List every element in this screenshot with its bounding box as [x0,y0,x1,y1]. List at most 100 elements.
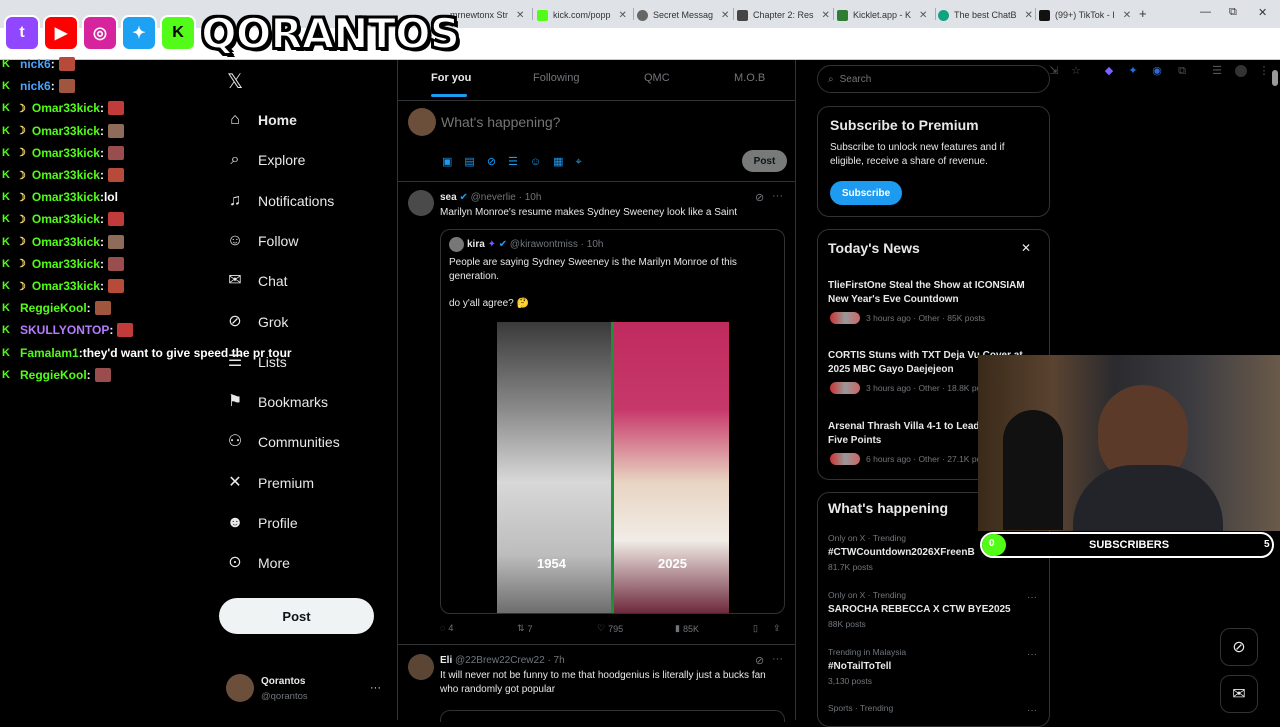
tab-for-you[interactable]: For you [431,72,471,84]
messages-float-button[interactable]: ✉ [1220,675,1258,713]
nav-item-chat[interactable]: ✉ Chat [226,266,288,296]
tweet-handle[interactable]: @22Brew22Crew22 [455,655,545,666]
nav-item-bookmarks[interactable]: ⚑ Bookmarks [226,387,328,417]
trend-title[interactable]: SAROCHA REBECCA X CTW BYE2025 [828,604,1011,615]
location-icon[interactable]: ⌖ [576,156,594,168]
views-action[interactable]: ▮ 85K [675,623,699,634]
quote-avatar [449,237,464,252]
extension-icon[interactable]: ✦ [1127,65,1139,77]
search-input[interactable] [839,73,1020,85]
close-icon[interactable]: ✕ [919,10,927,21]
tweet-time[interactable]: · 7h [547,655,564,666]
kick-badge-icon: K [2,58,10,70]
restore-icon[interactable]: ⧉ [1229,6,1237,19]
browser-tab[interactable]: (99+) TikTok - I ✕ [1039,4,1131,26]
grok-float-button[interactable]: ⊘ [1220,628,1258,666]
close-icon[interactable]: ✕ [822,10,829,21]
x-logo-icon[interactable]: 𝕏 [227,69,243,94]
tweet-handle[interactable]: @neverlie [471,192,516,203]
repost-count: 7 [527,623,533,634]
chat-separator: : [99,234,104,249]
search-box[interactable]: ⌕ [817,65,1050,93]
nav-item-follow[interactable]: ☺ Follow [226,226,299,256]
new-tab-button[interactable]: + [1139,6,1147,21]
scrollbar-thumb[interactable] [1272,70,1278,86]
like-action[interactable]: ♡ 795 [597,623,623,634]
close-icon[interactable]: ✕ [619,10,627,21]
trend-more-icon[interactable]: ··· [1027,649,1037,660]
poll-icon[interactable]: ☰ [508,156,530,168]
nav-item-profile[interactable]: ☻ Profile [226,508,298,538]
emoji-icon[interactable]: ☺ [530,156,553,168]
nav-item-lists[interactable]: ☰ Lists [226,347,287,377]
image-icon[interactable]: ▣ [442,156,464,168]
premium-desc: Subscribe to unlock new features and if … [830,142,1005,167]
nav-item-grok[interactable]: ⊘ Grok [226,307,288,337]
nav-item-notifications[interactable]: ♫ Notifications [226,186,334,216]
news-headline[interactable]: TlieFirstOne Steal the Show at ICONSIAM … [828,279,1033,307]
tab-mob[interactable]: M.O.B [734,72,765,84]
extension-icon[interactable]: ◉ [1151,65,1163,77]
repost-action[interactable]: ⇅ 7 [517,623,533,634]
divider [397,100,796,101]
browser-tab[interactable]: The best ChatB ✕ [938,4,1033,26]
tweet-avatar[interactable] [408,190,434,216]
bookmark-icon[interactable]: ▯ [753,623,758,634]
profile-avatar[interactable] [1235,65,1247,77]
share-icon[interactable]: ⇪ [773,623,781,634]
account-more-icon[interactable]: ··· [370,682,381,694]
more-icon[interactable]: ··· [772,653,783,665]
puzzle-icon[interactable]: ⧉ [1176,65,1188,77]
sidebar-icon[interactable]: ☰ [1211,65,1223,77]
tweet-avatar[interactable] [408,654,434,680]
tweet-author[interactable]: sea [440,192,457,203]
browser-tab[interactable]: mrnewtonx Str ✕ [450,4,530,26]
menu-icon[interactable]: ⋮ [1258,65,1270,77]
tweet-time[interactable]: · 10h [519,192,542,203]
trend-title[interactable]: #CTWCountdown2026XFreenB [828,547,975,558]
grok-icon[interactable]: ⊘ [487,156,508,168]
tab-qmc[interactable]: QMC [644,72,670,84]
browser-tab[interactable]: kick.com/popp ✕ [537,4,629,26]
reply-action[interactable]: ◌ 4 [440,623,453,633]
subscribe-button[interactable]: Subscribe [830,181,902,205]
browser-tab[interactable]: Kicklet.app - K ✕ [837,4,932,26]
nav-item-communities[interactable]: ⚇ Communities [226,427,340,457]
kick-favicon-icon [537,9,548,21]
grok-icon[interactable]: ⊘ [755,654,764,667]
close-icon[interactable]: ✕ [721,10,729,21]
tab-label: kick.com/popp [553,10,611,20]
close-icon[interactable]: ✕ [1021,241,1031,255]
tab-following[interactable]: Following [533,72,579,84]
nav-item-explore[interactable]: ⌕ Explore [226,145,306,175]
nav-item-more[interactable]: ⊙ More [226,548,290,578]
composer-post-button[interactable]: Post [742,150,787,172]
quote-tweet[interactable] [440,710,785,722]
close-icon[interactable]: ✕ [516,10,524,21]
grok-icon[interactable]: ⊘ [755,191,764,204]
close-window-icon[interactable]: ✕ [1258,6,1267,19]
post-button[interactable]: Post [219,598,374,634]
minimize-icon[interactable]: — [1200,6,1211,18]
trend-more-icon[interactable]: ··· [1027,592,1037,603]
browser-tab[interactable]: Chapter 2: Res ✕ [737,4,829,26]
account-avatar[interactable] [226,674,254,702]
schedule-icon[interactable]: ▦ [553,156,575,168]
chat-username: Omar33kick [31,145,100,160]
tweet-author[interactable]: Eli [440,655,452,666]
browser-tab[interactable]: Secret Messag ✕ [637,4,729,26]
extension-icon[interactable]: ◆ [1103,65,1115,77]
nav-item-premium[interactable]: ✕ Premium [226,468,314,498]
star-icon[interactable]: ☆ [1070,65,1082,77]
views-icon: ▮ [675,623,680,633]
trend-title[interactable]: #NoTailToTell [828,661,891,672]
more-icon[interactable]: ··· [772,190,783,202]
nav-item-home[interactable]: ⌂ Home [226,105,297,135]
close-icon[interactable]: ✕ [1025,10,1033,21]
trend-more-icon[interactable]: ··· [1027,705,1037,716]
nav-item-label: Chat [258,273,288,290]
close-icon[interactable]: ✕ [1123,10,1131,21]
composer-input[interactable] [441,112,741,132]
gif-icon[interactable]: ▤ [464,156,486,168]
install-app-icon[interactable]: ⇲ [1048,65,1060,77]
